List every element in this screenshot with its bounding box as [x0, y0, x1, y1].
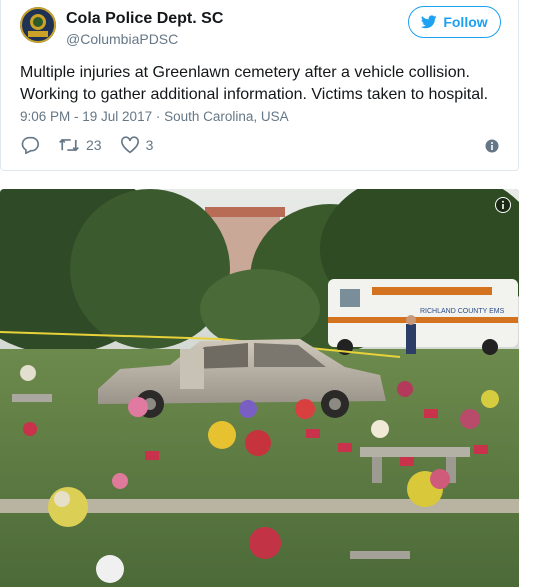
- like-button[interactable]: 3: [120, 136, 154, 154]
- meta-separator: ·: [155, 109, 165, 124]
- tweet-card: Cola Police Dept. SC @ColumbiaPDSC Follo…: [0, 0, 519, 171]
- avatar[interactable]: [20, 7, 56, 43]
- retweet-count: 23: [86, 137, 102, 153]
- twitter-bird-icon: [421, 15, 438, 29]
- follow-label: Follow: [443, 14, 488, 30]
- handle[interactable]: @ColumbiaPDSC: [66, 31, 178, 47]
- tweet-text: Multiple injuries at Greenlawn cemetery …: [20, 64, 489, 103]
- tweet-photo[interactable]: RICHLAND COUNTY EMS: [0, 189, 519, 587]
- like-count: 3: [145, 137, 154, 153]
- police-badge-icon: [20, 7, 56, 43]
- reply-icon: [21, 136, 39, 154]
- display-name[interactable]: Cola Police Dept. SC: [66, 10, 223, 28]
- reply-button[interactable]: [20, 136, 40, 154]
- location[interactable]: South Carolina, USA: [164, 109, 289, 124]
- photo-info-icon[interactable]: [495, 197, 511, 213]
- info-icon[interactable]: [485, 139, 499, 153]
- retweet-icon: [59, 138, 79, 152]
- tweet-actions: 23 3: [20, 136, 171, 154]
- timestamp[interactable]: 9:06 PM - 19 Jul 2017: [20, 109, 152, 124]
- heart-icon: [120, 136, 139, 154]
- retweet-button[interactable]: 23: [58, 136, 102, 154]
- ambulance-sign: RICHLAND COUNTY EMS: [420, 308, 505, 315]
- follow-button[interactable]: Follow: [408, 6, 501, 38]
- tweet-meta: 9:06 PM - 19 Jul 2017 · South Carolina, …: [20, 109, 289, 124]
- cemetery-scene-image: RICHLAND COUNTY EMS: [0, 189, 519, 587]
